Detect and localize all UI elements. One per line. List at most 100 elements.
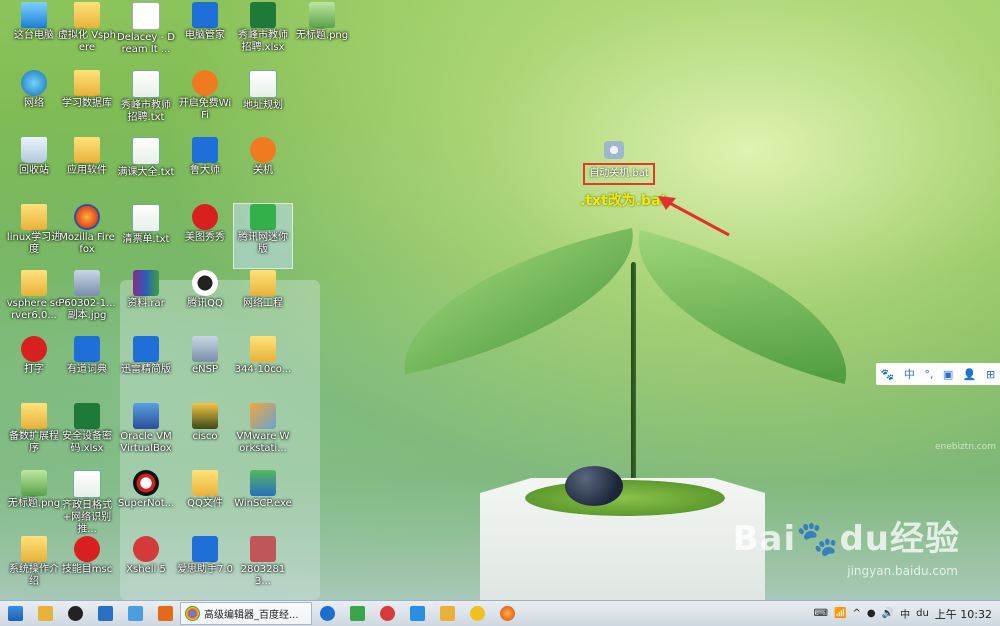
desktop-icon[interactable]: 美图秀秀 (176, 204, 234, 268)
desktop-icon-glyph (192, 470, 218, 496)
desktop-icon[interactable]: 网络工程 (234, 270, 292, 334)
desktop-icon-glyph (21, 336, 47, 362)
desktop-icon-label: 回收站 (19, 165, 49, 176)
desktop-icon[interactable]: 迅雷精简版 (117, 336, 175, 400)
desktop-icon[interactable]: 这台电脑 (5, 2, 63, 66)
taskbar-app5[interactable] (342, 602, 372, 625)
tray-du[interactable]: du (916, 608, 929, 619)
tray-expand-icon[interactable]: ^ (853, 608, 861, 619)
ime-paw-icon[interactable]: 🐾 (881, 368, 895, 381)
desktop-icon[interactable]: 秀峰市教师招聘.xlsx (234, 2, 292, 66)
desktop-icon[interactable]: 有道词典 (58, 336, 116, 400)
desktop-icon-glyph (309, 2, 335, 28)
desktop-icon[interactable]: 网络 (5, 70, 63, 134)
desktop-icon-glyph (250, 403, 276, 429)
ime-toolbox-icon[interactable]: ▣ (943, 368, 953, 381)
desktop-icon[interactable]: 腾讯QQ (176, 270, 234, 334)
desktop-icon-glyph (250, 137, 276, 163)
desktop-icon-label: eNSP (191, 364, 218, 375)
keyboard-icon[interactable]: ⌨ (814, 608, 828, 619)
desktop-icon[interactable]: 齐政日格式+网络识别推... (58, 470, 116, 535)
desktop-icon[interactable]: 应用软件 (58, 137, 116, 201)
desktop-icon[interactable]: 鲁大师 (176, 137, 234, 201)
bat-file-icon[interactable] (603, 141, 625, 161)
qq-icon (67, 606, 83, 621)
start-button[interactable] (0, 602, 30, 625)
desktop-icon-glyph (74, 204, 100, 230)
chrome-icon (185, 606, 200, 621)
folder-icon (37, 606, 53, 621)
desktop-icon[interactable]: P60302-1...副本.jpg (58, 270, 116, 334)
taskbar-explorer[interactable] (30, 602, 60, 625)
taskbar-app7[interactable] (402, 602, 432, 625)
desktop-icon-glyph (133, 403, 159, 429)
desktop-icon[interactable]: 爱思助手7.0 (176, 536, 234, 600)
bat-file-label[interactable]: 自动关机.bat (583, 163, 655, 185)
ime-user-icon[interactable]: 👤 (963, 368, 977, 381)
ime-lang[interactable]: 中 (904, 366, 915, 382)
taskbar-firefox[interactable] (492, 602, 522, 625)
desktop-icon[interactable]: 虚拟化 Vsphere (58, 2, 116, 66)
desktop-icon[interactable]: Xshell 5 (117, 536, 175, 600)
desktop-icon[interactable]: 学习数据库 (58, 70, 116, 134)
wallpaper-stone (565, 466, 623, 506)
desktop-icon[interactable]: 技能目msc (58, 536, 116, 600)
taskbar-app9[interactable] (462, 602, 492, 625)
desktop-icon[interactable]: Mozilla Firefox (58, 204, 116, 268)
desktop-icon[interactable]: 28032813... (234, 536, 292, 600)
desktop-icon[interactable]: 腾讯网迷你版 (233, 203, 293, 269)
desktop-icon[interactable]: 无标题.png (5, 470, 63, 534)
wifi-icon[interactable]: 📶 (834, 608, 846, 619)
desktop-icon[interactable]: eNSP (176, 336, 234, 400)
taskbar-app8[interactable] (432, 602, 462, 625)
desktop-icon[interactable]: 系统操作介绍 (5, 536, 63, 600)
taskbar-app1[interactable] (90, 602, 120, 625)
desktop-icon[interactable]: 开启免费WiFi (176, 70, 234, 134)
desktop-icon[interactable]: 备数扩展程序 (5, 403, 63, 467)
volume-icon[interactable]: 🔊 (882, 608, 894, 619)
taskbar-qq[interactable] (60, 602, 90, 625)
desktop-icon[interactable]: 回收站 (5, 137, 63, 201)
desktop-icon[interactable]: linux学习进度 (5, 204, 63, 268)
desktop-icon-label: SuperNot... (117, 498, 175, 509)
taskbar-app2[interactable] (120, 602, 150, 625)
desktop-icon[interactable]: 打字 (5, 336, 63, 400)
tray-lang[interactable]: 中 (900, 606, 910, 621)
desktop-icon-glyph (133, 336, 159, 362)
desktop-icon[interactable]: Delacey - Dream It ... (117, 2, 175, 66)
desktop-icon[interactable]: vsphere server6.0... (5, 270, 63, 334)
desktop-icon-label: 虚拟化 Vsphere (58, 30, 116, 53)
wallpaper-leaf-left (385, 228, 652, 375)
ime-toolbar[interactable]: 🐾 中 °, ▣ 👤 ⊞ (876, 363, 1000, 385)
desktop-icon[interactable]: 清票单.txt (117, 204, 175, 268)
desktop-icon[interactable]: 资料.rar (117, 270, 175, 334)
tray-qq-icon[interactable]: ● (867, 608, 876, 619)
ime-punct[interactable]: °, (924, 368, 933, 381)
desktop-icon[interactable]: 无标题.png (293, 2, 351, 66)
taskbar-app3[interactable] (150, 602, 180, 625)
desktop-icon[interactable]: 地址规划 (234, 70, 292, 134)
desktop-icon[interactable]: 344-10co... (234, 336, 292, 400)
desktop-icon[interactable]: SuperNot... (117, 470, 175, 534)
desktop-icon[interactable]: 电脑管家 (176, 2, 234, 66)
desktop-icon[interactable]: 秀峰市教师招聘.txt (117, 70, 175, 134)
desktop-icon[interactable]: 关机 (234, 137, 292, 201)
desktop-icon[interactable]: WinSCP.exe (234, 470, 292, 534)
desktop-icon[interactable]: 安全设备密码.xlsx (58, 403, 116, 467)
desktop-icon[interactable]: 满课大全.txt (117, 137, 175, 201)
taskbar-app4[interactable] (312, 602, 342, 625)
desktop-icon[interactable]: Oracle VM VirtualBox (117, 403, 175, 467)
desktop-icon-glyph (21, 137, 47, 163)
desktop-icon-label: 有道词典 (67, 364, 107, 375)
desktop-icon[interactable]: cisco (176, 403, 234, 467)
ime-grid-icon[interactable]: ⊞ (986, 368, 995, 381)
taskbar-app6[interactable] (372, 602, 402, 625)
taskbar-active-window[interactable]: 高级编辑器_百度经... (180, 602, 312, 625)
desktop-icon-label: 无标题.png (7, 498, 61, 509)
desktop-icon[interactable]: QQ文件 (176, 470, 234, 534)
desktop-background: 这台电脑 虚拟化 Vsphere Delacey - Dream It ... 电脑管… (0, 0, 1000, 600)
clock[interactable]: 上午 10:32 (935, 606, 992, 622)
desktop-icon[interactable]: VMware Workstati... (234, 403, 292, 467)
desktop-icon-glyph (192, 536, 218, 562)
desktop-icon-label: 爱思助手7.0 (177, 564, 233, 575)
